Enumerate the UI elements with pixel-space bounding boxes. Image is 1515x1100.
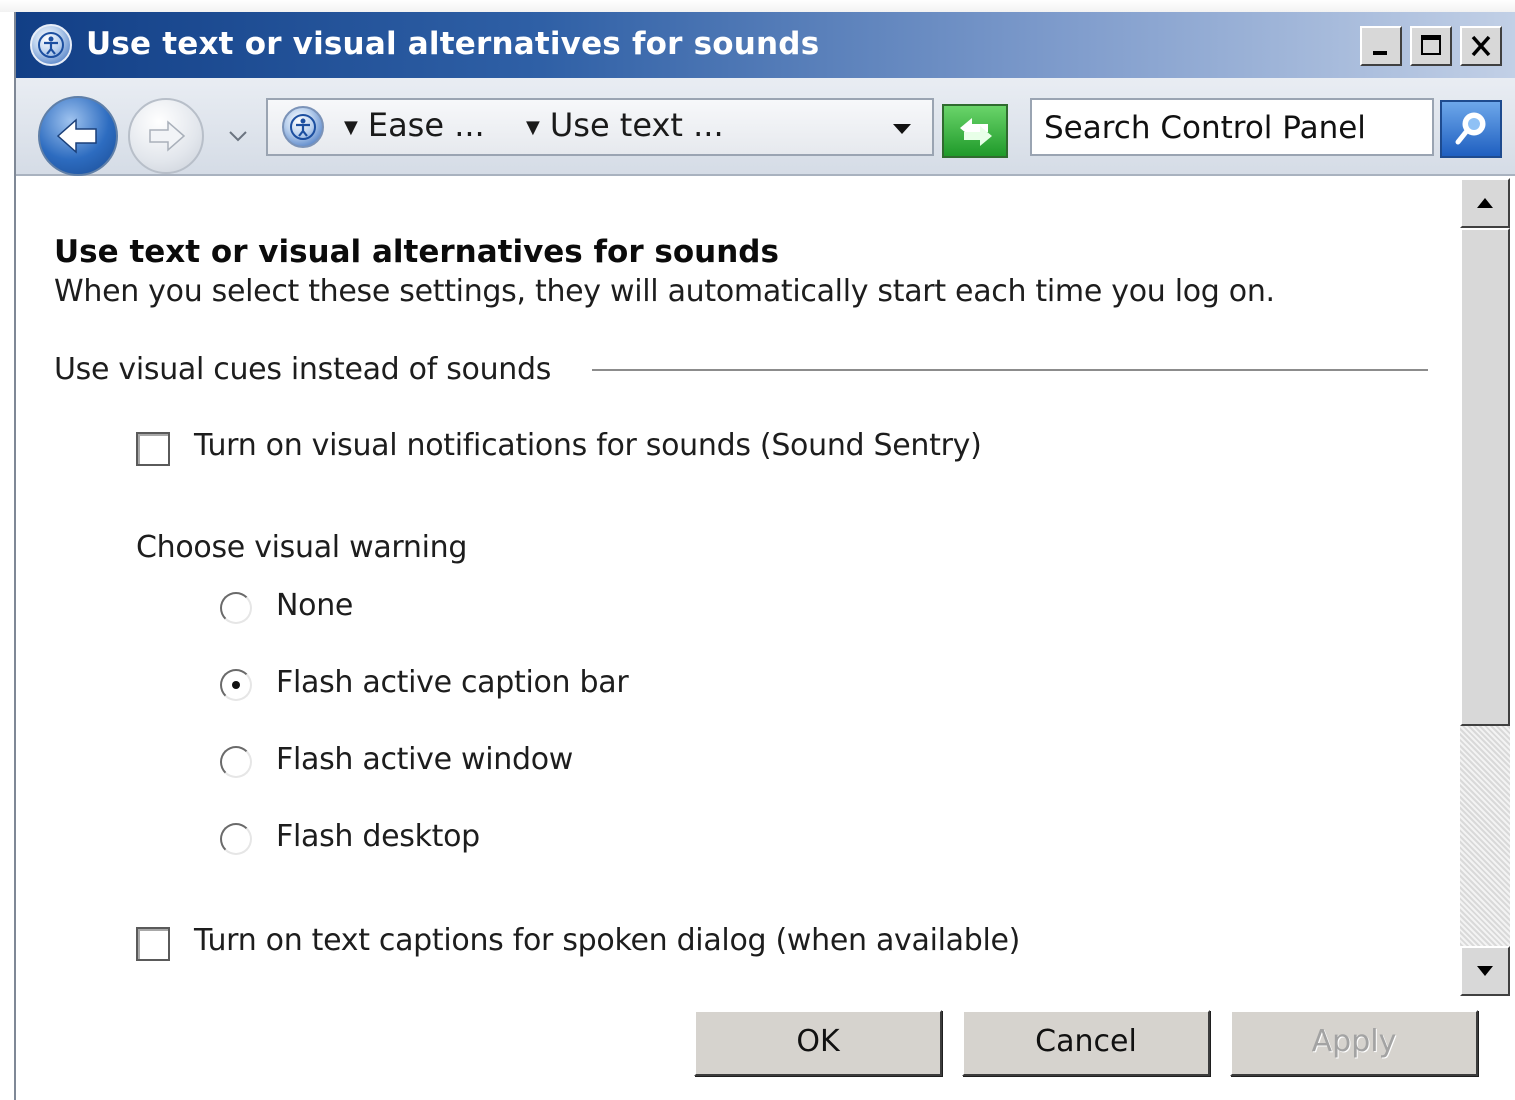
scroll-up-button[interactable] <box>1460 178 1510 228</box>
radio-label[interactable]: Flash active window <box>276 742 573 777</box>
page-title: Use text or visual alternatives for soun… <box>54 234 779 270</box>
cancel-button[interactable]: Cancel <box>962 1010 1210 1076</box>
breadcrumb[interactable]: ▼ Ease ... ▼ Use text ... <box>266 98 934 156</box>
group-divider <box>592 369 1428 371</box>
refresh-button[interactable] <box>942 104 1008 158</box>
radio-selected-dot <box>232 681 240 689</box>
chevron-down-icon: ▼ <box>344 116 358 138</box>
ease-of-access-icon <box>30 24 72 66</box>
breadcrumb-item-use-text[interactable]: ▼ Use text ... <box>526 106 724 144</box>
radio-button[interactable] <box>220 592 252 624</box>
arrow-right-icon <box>149 120 186 152</box>
chevron-down-icon: ▼ <box>526 116 540 138</box>
radio-button[interactable] <box>220 746 252 778</box>
scroll-thumb[interactable] <box>1460 228 1510 726</box>
minimize-button[interactable] <box>1360 26 1402 66</box>
chevron-down-icon[interactable] <box>226 124 250 148</box>
text-captions-checkbox[interactable] <box>136 927 170 961</box>
group-label-visual-cues: Use visual cues instead of sounds <box>54 352 552 387</box>
background-window-edge <box>0 0 1515 12</box>
arrow-down-icon <box>1477 966 1493 976</box>
search-field[interactable] <box>1030 98 1434 156</box>
minimize-icon <box>1373 51 1387 55</box>
maximize-button[interactable] <box>1410 26 1452 66</box>
maximize-icon <box>1421 35 1441 55</box>
search-input[interactable] <box>1042 106 1426 150</box>
search-icon <box>1455 112 1486 145</box>
window-title: Use text or visual alternatives for soun… <box>86 26 820 62</box>
ease-of-access-icon <box>282 106 324 148</box>
title-bar[interactable]: Use text or visual alternatives for soun… <box>16 12 1515 78</box>
vertical-scrollbar[interactable] <box>1460 178 1510 996</box>
choose-visual-warning-label: Choose visual warning <box>136 530 468 565</box>
radio-label[interactable]: None <box>276 588 353 623</box>
radio-button-selected[interactable] <box>220 669 252 701</box>
back-button[interactable] <box>38 96 118 176</box>
text-captions-label[interactable]: Turn on text captions for spoken dialog … <box>194 923 1020 958</box>
radio-label[interactable]: Flash desktop <box>276 819 480 854</box>
ok-button[interactable]: OK <box>694 1010 942 1076</box>
arrow-up-icon <box>1477 198 1493 208</box>
search-button[interactable] <box>1440 100 1502 158</box>
radio-button[interactable] <box>220 823 252 855</box>
radio-label[interactable]: Flash active caption bar <box>276 665 629 700</box>
close-icon <box>1471 35 1491 57</box>
sound-sentry-checkbox[interactable] <box>136 432 170 466</box>
control-panel-window: Use text or visual alternatives for soun… <box>14 12 1515 1100</box>
arrow-left-icon <box>56 118 97 154</box>
sound-sentry-label[interactable]: Turn on visual notifications for sounds … <box>194 428 982 463</box>
forward-button[interactable] <box>128 98 204 174</box>
apply-button[interactable]: Apply <box>1230 1010 1478 1076</box>
refresh-icon <box>960 118 992 146</box>
address-bar: ▼ Ease ... ▼ Use text ... <box>16 78 1515 176</box>
breadcrumb-item-ease[interactable]: ▼ Ease ... <box>344 106 485 144</box>
close-button[interactable] <box>1460 26 1502 66</box>
dropdown-arrow-icon[interactable] <box>888 114 916 142</box>
scroll-down-button[interactable] <box>1460 946 1510 996</box>
page-description: When you select these settings, they wil… <box>54 274 1275 309</box>
